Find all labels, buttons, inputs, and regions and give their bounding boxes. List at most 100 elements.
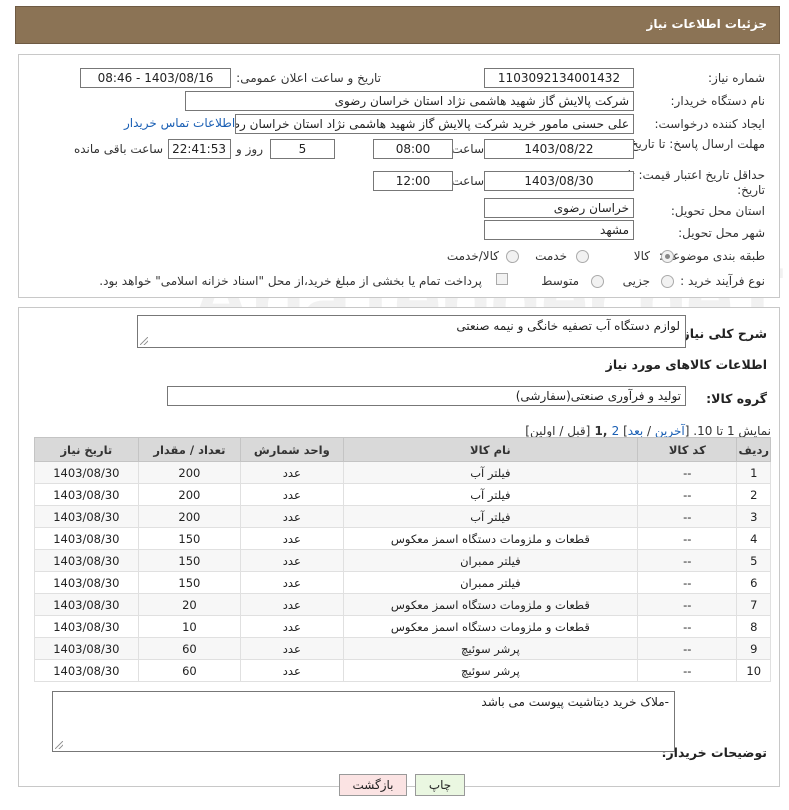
- cell-item-qty: 200: [137, 483, 242, 506]
- pagination-slash: /: [643, 424, 655, 438]
- cell-item-code: --: [637, 571, 738, 594]
- announce-label: تاریخ و ساعت اعلان عمومی:: [236, 71, 381, 85]
- category-radio-service[interactable]: [576, 250, 589, 263]
- cell-row-number: 2: [736, 483, 771, 506]
- payment-note: پرداخت تمام یا بخشی از مبلغ خرید،از محل …: [99, 274, 482, 288]
- cell-item-date: 1403/08/30: [34, 549, 139, 572]
- pagination-prefix: نمایش 1 تا 10. [: [684, 424, 771, 438]
- pagination-page-2[interactable]: 2: [612, 424, 620, 438]
- cell-item-qty: 20: [137, 593, 242, 616]
- deadline-label: مهلت ارسال پاسخ: تا تاریخ:: [626, 137, 765, 151]
- need-number-field: 1103092134001432: [484, 68, 634, 88]
- cell-item-name: فیلتر ممبران: [342, 549, 639, 572]
- table-header-row: ردیف کد کالا نام کالا واحد شمارش تعداد /…: [34, 437, 771, 462]
- process-radio-minor[interactable]: [661, 275, 674, 288]
- process-option-medium: متوسط: [541, 274, 579, 288]
- table-row: 3 -- فیلتر آب عدد 200 1403/08/30: [34, 505, 771, 528]
- pagination-next-link[interactable]: بعد: [628, 424, 643, 438]
- pagination-rest: [قبل / اولین]: [525, 424, 591, 438]
- category-option-both: کالا/خدمت: [446, 249, 499, 263]
- cell-item-unit: عدد: [240, 593, 344, 616]
- cell-item-date: 1403/08/30: [34, 659, 139, 682]
- cell-item-name: قطعات و ملزومات دستگاه اسمز معکوس: [342, 615, 639, 638]
- cell-item-date: 1403/08/30: [34, 527, 139, 550]
- goods-group-field: تولید و فرآوری صنعتی(سفارشی): [167, 386, 686, 406]
- category-radio-goods[interactable]: [661, 250, 674, 263]
- summary-text: لوازم دستگاه آب تصفیه خانگی و نیمه صنعتی: [456, 319, 680, 333]
- cell-item-qty: 150: [137, 571, 242, 594]
- cell-row-number: 4: [736, 527, 771, 550]
- cell-item-name: قطعات و ملزومات دستگاه اسمز معکوس: [342, 527, 639, 550]
- cell-item-qty: 200: [137, 505, 242, 528]
- buyer-notes-text: -ملاک خرید دیتاشیت پیوست می باشد: [481, 695, 669, 709]
- cell-item-unit: عدد: [240, 637, 344, 660]
- province-field: خراسان رضوی: [484, 198, 634, 218]
- validity-date-field: 1403/08/30: [484, 171, 634, 191]
- cell-item-date: 1403/08/30: [34, 615, 139, 638]
- category-option-service: خدمت: [535, 249, 567, 263]
- remaining-label: ساعت باقی مانده: [73, 142, 163, 156]
- city-label: شهر محل تحویل:: [678, 226, 765, 240]
- validity-time-field: 12:00: [373, 171, 453, 191]
- cell-item-date: 1403/08/30: [34, 461, 139, 484]
- cell-item-unit: عدد: [240, 549, 344, 572]
- cell-item-name: فیلتر ممبران: [342, 571, 639, 594]
- category-radio-both[interactable]: [506, 250, 519, 263]
- category-option-goods: کالا: [633, 249, 650, 263]
- summary-label: شرح کلی نیاز:: [677, 326, 767, 341]
- cell-item-code: --: [637, 527, 738, 550]
- resize-grip-icon[interactable]: [140, 337, 148, 345]
- cell-row-number: 8: [736, 615, 771, 638]
- process-radio-medium[interactable]: [591, 275, 604, 288]
- table-row: 4 -- قطعات و ملزومات دستگاه اسمز معکوس عدد 1…: [34, 527, 771, 550]
- col-header-qty[interactable]: تعداد / مقدار: [137, 437, 242, 462]
- treasury-checkbox[interactable]: [496, 273, 508, 285]
- cell-item-date: 1403/08/30: [34, 483, 139, 506]
- print-button[interactable]: چاپ: [415, 774, 465, 796]
- cell-item-unit: عدد: [240, 571, 344, 594]
- col-header-date[interactable]: تاریخ نیاز: [34, 437, 139, 462]
- cell-item-unit: عدد: [240, 505, 344, 528]
- items-table: ردیف کد کالا نام کالا واحد شمارش تعداد /…: [34, 437, 771, 682]
- cell-item-code: --: [637, 659, 738, 682]
- cell-item-unit: عدد: [240, 615, 344, 638]
- deadline-time-label: ساعت: [451, 142, 484, 156]
- col-header-unit[interactable]: واحد شمارش: [240, 437, 344, 462]
- col-header-code[interactable]: کد کالا: [637, 437, 738, 462]
- cell-row-number: 1: [736, 461, 771, 484]
- province-label: استان محل تحویل:: [670, 204, 765, 218]
- validity-time-label: ساعت: [451, 174, 484, 188]
- process-label: نوع فرآیند خرید :: [680, 274, 765, 288]
- cell-item-date: 1403/08/30: [34, 637, 139, 660]
- table-row: 9 -- پرشر سوئیچ عدد 60 1403/08/30: [34, 637, 771, 660]
- cell-item-code: --: [637, 615, 738, 638]
- goods-info-title: اطلاعات کالاهای مورد نیاز: [605, 357, 767, 372]
- buyer-contact-link[interactable]: اطلاعات تماس خریدار: [124, 116, 235, 130]
- cell-row-number: 6: [736, 571, 771, 594]
- summary-textarea: لوازم دستگاه آب تصفیه خانگی و نیمه صنعتی: [137, 315, 686, 348]
- goods-group-label: گروه کالا:: [706, 391, 767, 406]
- resize-grip-icon[interactable]: [55, 741, 63, 749]
- cell-row-number: 10: [736, 659, 771, 682]
- deadline-date-field: 1403/08/22: [484, 139, 634, 159]
- category-label: طبقه بندی موضوعی:: [658, 249, 765, 263]
- cell-item-qty: 200: [137, 461, 242, 484]
- cell-item-unit: عدد: [240, 483, 344, 506]
- cell-item-date: 1403/08/30: [34, 593, 139, 616]
- back-button[interactable]: بازگشت: [339, 774, 407, 796]
- table-row: 8 -- قطعات و ملزومات دستگاه اسمز معکوس عدد 1…: [34, 615, 771, 638]
- cell-item-date: 1403/08/30: [34, 571, 139, 594]
- cell-row-number: 9: [736, 637, 771, 660]
- cell-item-code: --: [637, 549, 738, 572]
- pagination-last-link[interactable]: آخرین: [655, 424, 685, 438]
- cell-row-number: 3: [736, 505, 771, 528]
- cell-row-number: 7: [736, 593, 771, 616]
- table-row: 5 -- فیلتر ممبران عدد 150 1403/08/30: [34, 549, 771, 572]
- col-header-row[interactable]: ردیف: [736, 437, 771, 462]
- cell-item-code: --: [637, 505, 738, 528]
- cell-item-unit: عدد: [240, 659, 344, 682]
- cell-item-name: فیلتر آب: [342, 483, 639, 506]
- col-header-name[interactable]: نام کالا: [342, 437, 639, 462]
- days-field: 5: [270, 139, 335, 159]
- days-label: روز و: [236, 142, 263, 156]
